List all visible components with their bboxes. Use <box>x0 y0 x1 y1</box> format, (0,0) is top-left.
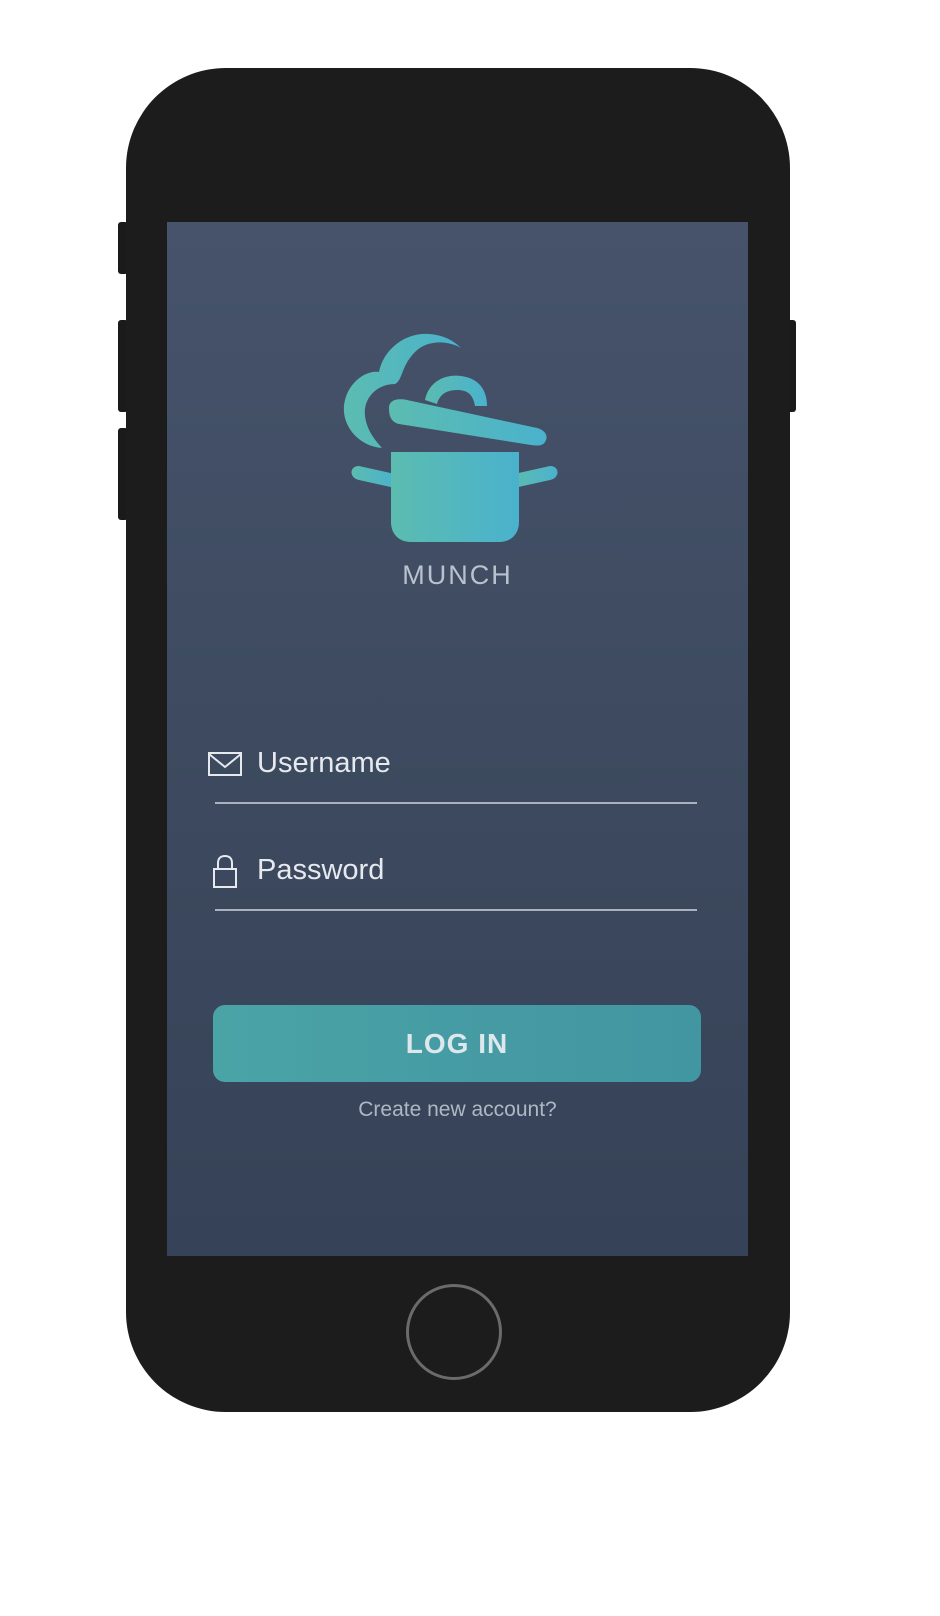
envelope-icon <box>207 746 243 782</box>
username-input[interactable] <box>257 740 677 786</box>
cooking-pot-icon <box>337 328 572 548</box>
password-field-container <box>213 839 697 911</box>
login-button[interactable]: LOG IN <box>213 1005 701 1082</box>
home-button[interactable] <box>406 1284 502 1380</box>
lock-icon <box>207 853 243 889</box>
login-screen: MUNCH LOG IN Create new account? <box>167 222 748 1256</box>
create-account-link[interactable]: Create new account? <box>167 1098 748 1122</box>
stage: MUNCH LOG IN Create new account? <box>0 0 940 1616</box>
password-input[interactable] <box>257 847 677 893</box>
username-field-container <box>208 732 697 804</box>
app-name: MUNCH <box>402 560 513 590</box>
